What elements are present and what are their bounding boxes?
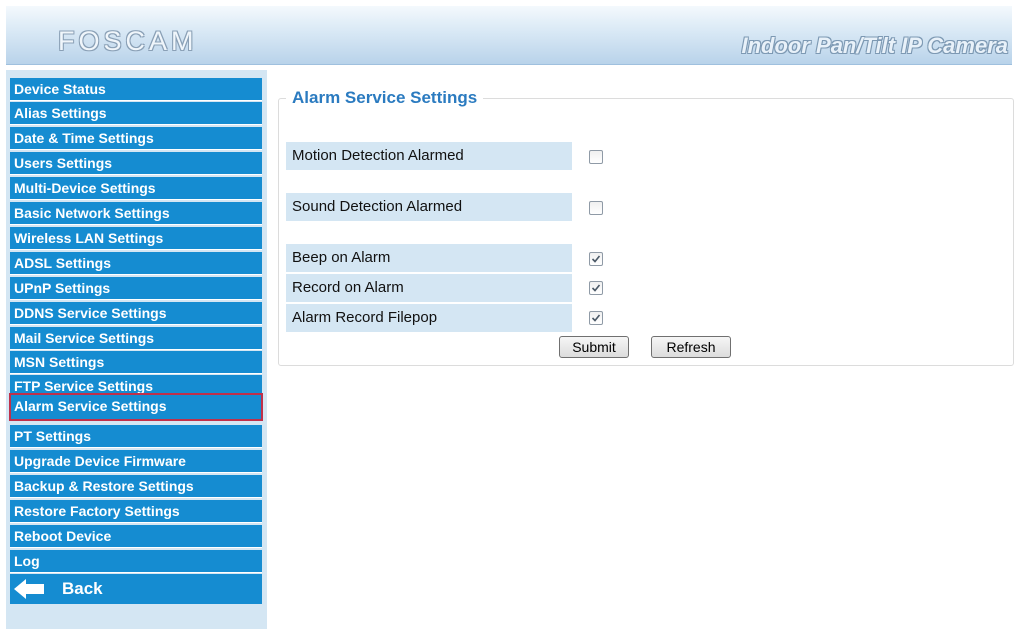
sidebar-item-label: Log [14, 553, 40, 569]
record-on-alarm-label: Record on Alarm [286, 274, 572, 302]
sidebar-item-log[interactable]: Log [10, 550, 262, 573]
beep-on-alarm-cell [575, 244, 1007, 272]
sidebar-item-reboot-device[interactable]: Reboot Device [10, 525, 262, 548]
sidebar-item-upnp-settings[interactable]: UPnP Settings [10, 277, 262, 300]
sidebar-item-label: Reboot Device [14, 528, 112, 544]
sidebar-item-ddns-service-settings[interactable]: DDNS Service Settings [10, 302, 262, 325]
alarm-record-filepop-checkbox[interactable] [589, 311, 603, 325]
sidebar-item-date-time-settings[interactable]: Date & Time Settings [10, 127, 262, 150]
record-on-alarm-cell [575, 274, 1007, 302]
sound-detection-cell [575, 193, 1007, 221]
sidebar-item-label: Upgrade Device Firmware [14, 453, 186, 469]
sidebar-item-label: FTP Service Settings [14, 378, 154, 394]
sidebar-item-label: Backup & Restore Settings [14, 478, 194, 494]
sidebar-item-mail-service-settings[interactable]: Mail Service Settings [10, 327, 262, 350]
sidebar-item-label: Date & Time Settings [14, 130, 154, 146]
foscam-logo: FOSCAM [58, 26, 198, 56]
motion-detection-cell [575, 142, 1007, 170]
sidebar-item-label: Users Settings [14, 155, 113, 171]
sidebar-item-label: Alias Settings [14, 105, 107, 121]
sidebar-item-label: Alarm Service Settings [14, 398, 167, 414]
sidebar-item-label: Restore Factory Settings [14, 503, 180, 519]
sound-detection-checkbox[interactable] [589, 201, 603, 215]
sidebar-item-label: UPnP Settings [14, 280, 111, 296]
sidebar-item-label: PT Settings [14, 428, 92, 444]
sidebar-item-backup-restore-settings[interactable]: Backup & Restore Settings [10, 475, 262, 498]
sidebar-item-label: Wireless LAN Settings [14, 230, 164, 246]
sidebar-item-users-settings[interactable]: Users Settings [10, 152, 262, 175]
sidebar-item-label: ADSL Settings [14, 255, 111, 271]
sidebar-item-label: Basic Network Settings [14, 205, 170, 221]
back-label: Back [62, 579, 103, 598]
sidebar-item-adsl-settings[interactable]: ADSL Settings [10, 252, 262, 275]
sidebar-item-restore-factory-settings[interactable]: Restore Factory Settings [10, 500, 262, 523]
product-title: Indoor Pan/Tilt IP Camera [741, 33, 1008, 58]
sidebar-item-pt-settings[interactable]: PT Settings [10, 425, 262, 448]
sidebar-item-label: DDNS Service Settings [14, 305, 167, 321]
alarm-record-filepop-cell [575, 304, 1007, 332]
checkmark-icon [591, 284, 601, 292]
sidebar-item-label: Multi-Device Settings [14, 180, 156, 196]
record-on-alarm-checkbox[interactable] [589, 281, 603, 295]
sidebar-item-label: Device Status [14, 81, 106, 97]
back-arrow-icon [14, 579, 44, 599]
sidebar-item-alarm-service-settings[interactable]: Alarm Service Settings [9, 393, 263, 421]
sidebar: Device Status Alias Settings Date & Time… [6, 70, 267, 629]
sidebar-item-label: Mail Service Settings [14, 330, 155, 346]
alarm-record-filepop-label: Alarm Record Filepop [286, 304, 572, 332]
sidebar-item-basic-network-settings[interactable]: Basic Network Settings [10, 202, 262, 225]
beep-on-alarm-label: Beep on Alarm [286, 244, 572, 272]
sidebar-item-upgrade-device-firmware[interactable]: Upgrade Device Firmware [10, 450, 262, 473]
beep-on-alarm-checkbox[interactable] [589, 252, 603, 266]
header-banner: FOSCAM Indoor Pan/Tilt IP Camera [6, 6, 1012, 65]
checkmark-icon [591, 314, 601, 322]
checkmark-icon [591, 255, 601, 263]
back-button[interactable]: Back [10, 574, 262, 604]
sound-detection-label: Sound Detection Alarmed [286, 193, 572, 221]
submit-button[interactable]: Submit [559, 336, 629, 358]
section-title: Alarm Service Settings [286, 88, 484, 108]
refresh-button[interactable]: Refresh [651, 336, 731, 358]
sidebar-item-msn-settings[interactable]: MSN Settings [10, 351, 262, 374]
sidebar-item-multi-device-settings[interactable]: Multi-Device Settings [10, 177, 262, 200]
sidebar-item-wireless-lan-settings[interactable]: Wireless LAN Settings [10, 227, 262, 250]
sidebar-item-device-status[interactable]: Device Status [10, 78, 262, 101]
sidebar-item-label: MSN Settings [14, 354, 105, 370]
motion-detection-label: Motion Detection Alarmed [286, 142, 572, 170]
sidebar-item-alias-settings[interactable]: Alias Settings [10, 102, 262, 125]
motion-detection-checkbox[interactable] [589, 150, 603, 164]
